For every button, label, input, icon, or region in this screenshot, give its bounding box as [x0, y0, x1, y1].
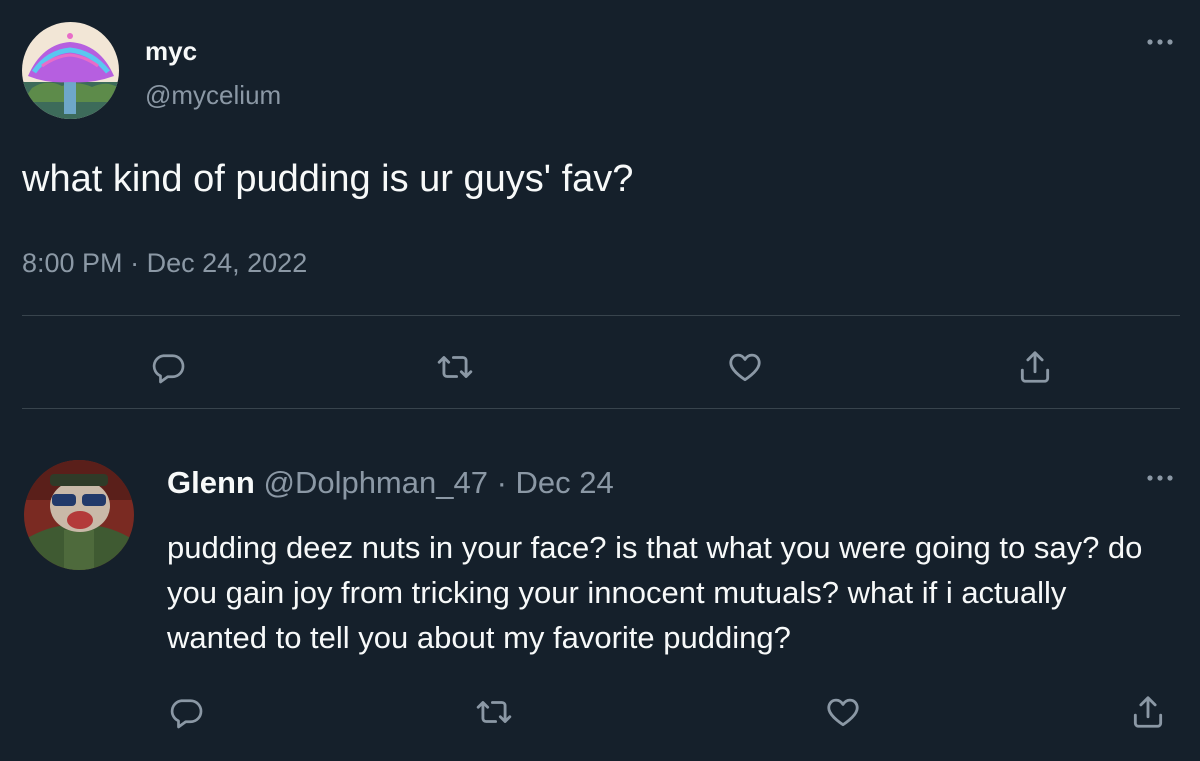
- reply-text: pudding deez nuts in your face? is that …: [167, 530, 1143, 655]
- retweet-button[interactable]: [433, 345, 477, 389]
- reply-button[interactable]: [146, 345, 190, 389]
- reply-like-button[interactable]: [821, 690, 865, 734]
- reply-date[interactable]: Dec 24: [516, 465, 614, 500]
- share-icon: [1020, 351, 1050, 383]
- timestamp-separator: ·: [130, 248, 140, 278]
- author-handle[interactable]: @mycelium: [145, 80, 281, 111]
- tweet-more-button[interactable]: [1140, 34, 1180, 50]
- reply-author-avatar[interactable]: [24, 460, 134, 570]
- reply-share-button[interactable]: [1126, 690, 1170, 734]
- cartoon-avatar-image: [24, 460, 134, 570]
- reply-header: Glenn @Dolphman_47 · Dec 24: [167, 465, 614, 501]
- tweet-timestamp[interactable]: 8:00 PM · Dec 24, 2022: [22, 248, 307, 279]
- more-icon: [1147, 39, 1173, 45]
- reply-icon: [170, 699, 203, 729]
- retweet-icon: [437, 356, 473, 378]
- share-icon: [1133, 696, 1163, 728]
- tweet-time: 8:00 PM: [22, 248, 123, 278]
- reply-icon: [152, 354, 185, 384]
- tweet-date: Dec 24, 2022: [146, 248, 308, 278]
- reply-reply-button[interactable]: [164, 690, 208, 734]
- divider: [22, 408, 1180, 409]
- reply-display-name[interactable]: Glenn: [167, 465, 255, 500]
- more-icon: [1147, 475, 1173, 481]
- like-button[interactable]: [723, 345, 767, 389]
- reply-more-button[interactable]: [1140, 470, 1180, 486]
- reply-retweet-button[interactable]: [472, 690, 516, 734]
- reply-separator: ·: [496, 465, 507, 500]
- tweet-text: what kind of pudding is ur guys' fav?: [22, 158, 634, 200]
- retweet-icon: [476, 701, 512, 723]
- author-display-name[interactable]: myc: [145, 36, 197, 67]
- heart-icon: [729, 353, 761, 382]
- reply-handle[interactable]: @Dolphman_47: [263, 465, 488, 500]
- divider: [22, 315, 1180, 316]
- author-avatar[interactable]: [22, 22, 119, 119]
- share-button[interactable]: [1013, 345, 1057, 389]
- mushroom-avatar-image: [22, 22, 119, 119]
- heart-icon: [827, 698, 859, 727]
